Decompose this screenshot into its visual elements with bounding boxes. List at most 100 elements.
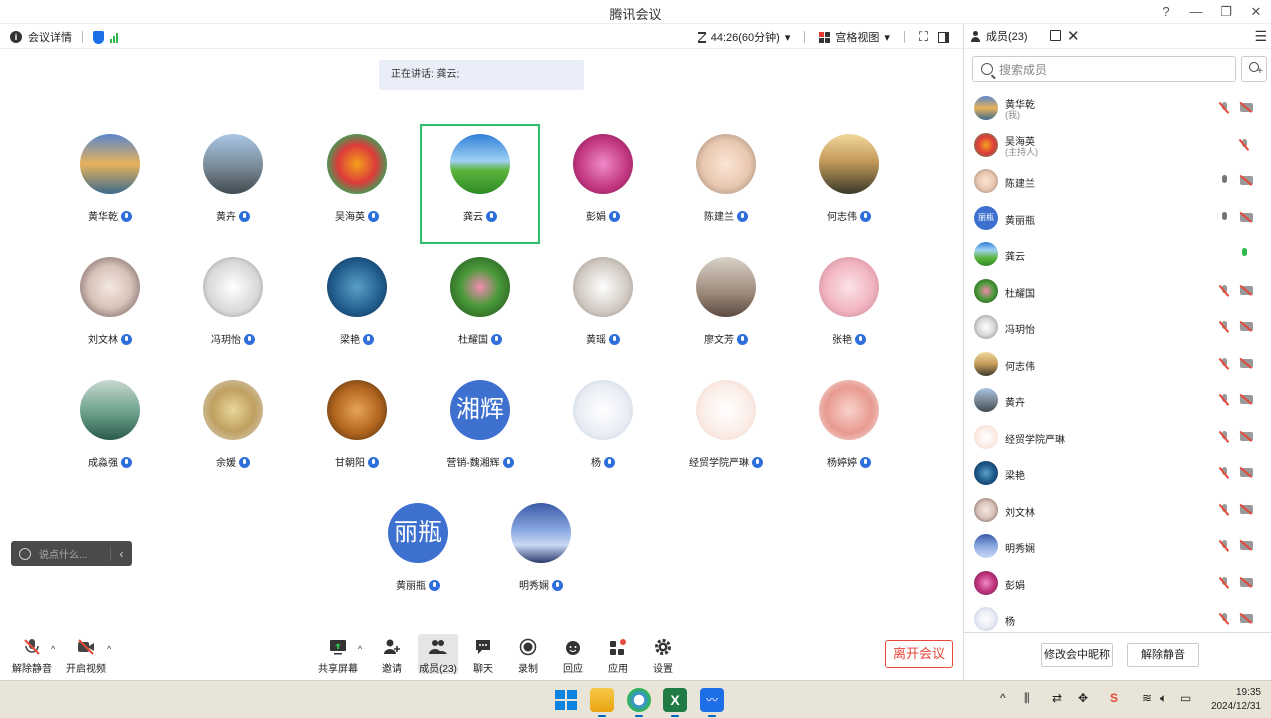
- participant-tile[interactable]: 黄卉: [173, 124, 293, 244]
- settings-button[interactable]: 设置: [637, 638, 689, 675]
- tray-input-icon[interactable]: ✥: [1078, 691, 1088, 705]
- participant-tile[interactable]: 彭娟: [543, 124, 663, 244]
- mic-off-icon[interactable]: [1220, 394, 1228, 406]
- camera-off-icon[interactable]: [1240, 541, 1253, 550]
- mic-options-caret[interactable]: ^: [51, 644, 55, 654]
- member-row[interactable]: 梁艳: [964, 455, 1264, 491]
- member-row[interactable]: 龚云: [964, 236, 1264, 272]
- mic-off-icon[interactable]: [1220, 357, 1228, 370]
- system-clock[interactable]: 19:35 2024/12/31: [1211, 686, 1261, 714]
- mic-icon[interactable]: [1220, 211, 1228, 224]
- camera-off-icon[interactable]: [1240, 395, 1253, 404]
- participant-tile[interactable]: 余媛: [173, 370, 293, 490]
- add-member-button[interactable]: [1241, 56, 1267, 82]
- member-row[interactable]: 黄卉: [964, 382, 1264, 418]
- camera-off-icon[interactable]: [1240, 431, 1253, 441]
- member-row[interactable]: 杜耀国: [964, 273, 1264, 309]
- participant-tile[interactable]: 何志伟: [789, 124, 909, 244]
- browser-icon[interactable]: [627, 688, 651, 717]
- rename-button[interactable]: 修改会中昵称: [1041, 643, 1113, 667]
- wifi-icon[interactable]: ≋: [1142, 691, 1152, 705]
- tray-expand-icon[interactable]: ^: [1000, 691, 1006, 705]
- menu-icon[interactable]: ☰: [1254, 28, 1267, 45]
- emoji-icon[interactable]: [19, 547, 31, 560]
- signal-icon[interactable]: [110, 32, 118, 43]
- chat-placeholder[interactable]: 说点什么...: [39, 546, 110, 561]
- member-row[interactable]: 黄华乾 (我): [964, 90, 1264, 126]
- participant-tile[interactable]: 湘辉 营销-魏湘辉: [420, 370, 540, 490]
- mic-off-icon[interactable]: [1220, 503, 1228, 516]
- unmute-all-button[interactable]: 解除静音: [1127, 643, 1199, 667]
- sidebar-toggle-icon[interactable]: [938, 31, 949, 43]
- camera-off-icon[interactable]: [1240, 468, 1253, 477]
- member-row[interactable]: 经贸学院严琳: [964, 419, 1264, 455]
- member-row[interactable]: 丽瓶 黄丽瓶: [964, 200, 1264, 236]
- close-icon[interactable]: ✕: [1067, 27, 1080, 45]
- participant-tile[interactable]: 廖文芳: [666, 247, 786, 367]
- mic-off-icon[interactable]: [1220, 576, 1228, 589]
- mic-off-icon[interactable]: [1220, 321, 1228, 333]
- sogou-ime-icon[interactable]: S: [1110, 691, 1118, 705]
- camera-off-icon[interactable]: [1240, 614, 1253, 623]
- pop-out-icon[interactable]: [1050, 30, 1061, 41]
- participant-tile[interactable]: 吴海英: [297, 124, 417, 244]
- mic-off-icon[interactable]: [1220, 540, 1228, 552]
- info-icon[interactable]: i: [10, 31, 22, 43]
- participant-tile[interactable]: 冯玥怡: [173, 247, 293, 367]
- battery-icon[interactable]: ▭: [1180, 691, 1191, 705]
- participant-tile[interactable]: 甘朝阳: [297, 370, 417, 490]
- share-screen-button[interactable]: 共享屏幕: [312, 638, 364, 675]
- camera-off-icon[interactable]: [1240, 358, 1253, 368]
- member-row[interactable]: 冯玥怡: [964, 309, 1264, 345]
- mic-off-icon[interactable]: [1220, 467, 1228, 479]
- member-row[interactable]: 陈建兰: [964, 163, 1264, 199]
- camera-off-icon[interactable]: [1240, 504, 1253, 514]
- camera-off-icon[interactable]: [1240, 212, 1253, 222]
- invite-button[interactable]: 邀请: [366, 638, 418, 675]
- participant-tile[interactable]: 张艳: [789, 247, 909, 367]
- share-options-caret[interactable]: ^: [358, 644, 362, 654]
- participant-tile[interactable]: 龚云: [420, 124, 540, 244]
- participant-tile[interactable]: 陈建兰: [666, 124, 786, 244]
- file-explorer-icon[interactable]: [590, 688, 614, 717]
- participant-tile[interactable]: 经贸学院严琳: [666, 370, 786, 490]
- members-button[interactable]: 成员(23): [418, 634, 458, 675]
- member-search-input[interactable]: 搜索成员: [999, 61, 1047, 78]
- camera-off-icon[interactable]: [1240, 322, 1253, 331]
- camera-off-icon[interactable]: [1240, 285, 1253, 295]
- leave-meeting-button[interactable]: 离开会议: [885, 640, 953, 668]
- collapse-arrow-icon[interactable]: ‹: [110, 546, 132, 561]
- member-row[interactable]: 杨: [964, 601, 1264, 632]
- volume-icon[interactable]: 🔈︎: [1160, 691, 1167, 706]
- mic-off-icon[interactable]: [1220, 613, 1228, 625]
- mic-icon[interactable]: [1220, 175, 1228, 187]
- member-search-box[interactable]: 搜索成员: [972, 56, 1236, 82]
- member-row[interactable]: 彭娟: [964, 565, 1264, 601]
- camera-off-icon[interactable]: [1240, 176, 1253, 185]
- participant-tile[interactable]: 杨婷婷: [789, 370, 909, 490]
- help-icon[interactable]: ?: [1151, 0, 1181, 24]
- mic-off-icon[interactable]: [1220, 102, 1228, 114]
- member-row[interactable]: 刘文林: [964, 492, 1264, 528]
- fullscreen-icon[interactable]: ⛶: [919, 29, 928, 45]
- timer-button[interactable]: 44:26(60分钟) ▾: [697, 29, 790, 45]
- participant-tile[interactable]: 黄华乾: [50, 124, 170, 244]
- mic-off-icon[interactable]: [1220, 430, 1228, 443]
- quick-chat-box[interactable]: 说点什么... ‹: [11, 541, 132, 566]
- maximize-icon[interactable]: ❐: [1211, 0, 1241, 24]
- video-options-caret[interactable]: ^: [107, 644, 111, 654]
- view-mode-button[interactable]: 宫格视图 ▾: [819, 29, 890, 45]
- mic-off-icon[interactable]: [1220, 284, 1228, 297]
- member-row[interactable]: 明秀娴: [964, 528, 1264, 564]
- participant-tile[interactable]: 成淼强: [50, 370, 170, 490]
- meeting-details-button[interactable]: 会议详情: [28, 29, 72, 45]
- participant-tile[interactable]: 丽瓶 黄丽瓶: [358, 493, 478, 613]
- camera-off-icon[interactable]: [1240, 577, 1253, 587]
- member-row[interactable]: 吴海英 (主持人): [964, 127, 1264, 163]
- camera-off-icon[interactable]: [1240, 103, 1253, 112]
- tray-sync-icon[interactable]: ⇄: [1052, 691, 1062, 705]
- tray-app-icon[interactable]: ⫼: [1024, 691, 1030, 706]
- mic-off-icon[interactable]: [1240, 138, 1248, 151]
- member-row[interactable]: 何志伟: [964, 346, 1264, 382]
- mic-on-icon[interactable]: [1240, 248, 1248, 260]
